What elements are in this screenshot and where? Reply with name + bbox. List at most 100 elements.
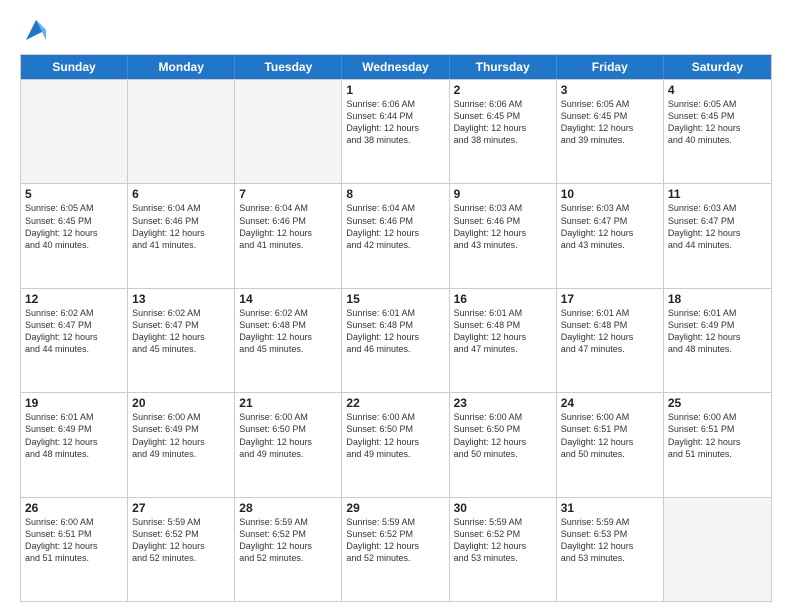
day-info: Sunrise: 6:00 AM Sunset: 6:49 PM Dayligh… [132, 411, 230, 460]
calendar-cell: 30Sunrise: 5:59 AM Sunset: 6:52 PM Dayli… [450, 498, 557, 601]
day-number: 16 [454, 292, 552, 306]
calendar-cell: 27Sunrise: 5:59 AM Sunset: 6:52 PM Dayli… [128, 498, 235, 601]
day-number: 9 [454, 187, 552, 201]
day-number: 10 [561, 187, 659, 201]
calendar-cell: 29Sunrise: 5:59 AM Sunset: 6:52 PM Dayli… [342, 498, 449, 601]
day-number: 7 [239, 187, 337, 201]
calendar-cell: 16Sunrise: 6:01 AM Sunset: 6:48 PM Dayli… [450, 289, 557, 392]
calendar-body: 1Sunrise: 6:06 AM Sunset: 6:44 PM Daylig… [21, 79, 771, 601]
day-info: Sunrise: 6:00 AM Sunset: 6:51 PM Dayligh… [668, 411, 767, 460]
calendar-cell: 24Sunrise: 6:00 AM Sunset: 6:51 PM Dayli… [557, 393, 664, 496]
day-info: Sunrise: 6:06 AM Sunset: 6:45 PM Dayligh… [454, 98, 552, 147]
day-number: 3 [561, 83, 659, 97]
day-info: Sunrise: 6:00 AM Sunset: 6:50 PM Dayligh… [239, 411, 337, 460]
calendar-cell: 13Sunrise: 6:02 AM Sunset: 6:47 PM Dayli… [128, 289, 235, 392]
day-number: 20 [132, 396, 230, 410]
day-number: 13 [132, 292, 230, 306]
calendar-cell: 19Sunrise: 6:01 AM Sunset: 6:49 PM Dayli… [21, 393, 128, 496]
day-info: Sunrise: 6:02 AM Sunset: 6:47 PM Dayligh… [132, 307, 230, 356]
calendar: SundayMondayTuesdayWednesdayThursdayFrid… [20, 54, 772, 602]
day-number: 4 [668, 83, 767, 97]
calendar-cell: 23Sunrise: 6:00 AM Sunset: 6:50 PM Dayli… [450, 393, 557, 496]
day-info: Sunrise: 6:00 AM Sunset: 6:50 PM Dayligh… [346, 411, 444, 460]
day-info: Sunrise: 6:00 AM Sunset: 6:50 PM Dayligh… [454, 411, 552, 460]
calendar-cell: 22Sunrise: 6:00 AM Sunset: 6:50 PM Dayli… [342, 393, 449, 496]
calendar-cell: 31Sunrise: 5:59 AM Sunset: 6:53 PM Dayli… [557, 498, 664, 601]
day-info: Sunrise: 6:01 AM Sunset: 6:49 PM Dayligh… [25, 411, 123, 460]
day-info: Sunrise: 6:03 AM Sunset: 6:47 PM Dayligh… [668, 202, 767, 251]
day-number: 22 [346, 396, 444, 410]
day-info: Sunrise: 5:59 AM Sunset: 6:53 PM Dayligh… [561, 516, 659, 565]
weekday-header-sunday: Sunday [21, 55, 128, 79]
day-number: 31 [561, 501, 659, 515]
day-info: Sunrise: 6:01 AM Sunset: 6:48 PM Dayligh… [561, 307, 659, 356]
calendar-cell: 8Sunrise: 6:04 AM Sunset: 6:46 PM Daylig… [342, 184, 449, 287]
calendar-row-1: 1Sunrise: 6:06 AM Sunset: 6:44 PM Daylig… [21, 79, 771, 183]
calendar-cell: 3Sunrise: 6:05 AM Sunset: 6:45 PM Daylig… [557, 80, 664, 183]
calendar-cell: 2Sunrise: 6:06 AM Sunset: 6:45 PM Daylig… [450, 80, 557, 183]
calendar-cell: 10Sunrise: 6:03 AM Sunset: 6:47 PM Dayli… [557, 184, 664, 287]
day-number: 28 [239, 501, 337, 515]
day-number: 14 [239, 292, 337, 306]
calendar-cell: 14Sunrise: 6:02 AM Sunset: 6:48 PM Dayli… [235, 289, 342, 392]
calendar-cell [664, 498, 771, 601]
day-number: 19 [25, 396, 123, 410]
weekday-header-friday: Friday [557, 55, 664, 79]
logo [20, 16, 50, 44]
day-info: Sunrise: 6:01 AM Sunset: 6:49 PM Dayligh… [668, 307, 767, 356]
day-number: 8 [346, 187, 444, 201]
calendar-cell: 17Sunrise: 6:01 AM Sunset: 6:48 PM Dayli… [557, 289, 664, 392]
page: SundayMondayTuesdayWednesdayThursdayFrid… [0, 0, 792, 612]
day-number: 24 [561, 396, 659, 410]
calendar-cell: 7Sunrise: 6:04 AM Sunset: 6:46 PM Daylig… [235, 184, 342, 287]
calendar-cell: 11Sunrise: 6:03 AM Sunset: 6:47 PM Dayli… [664, 184, 771, 287]
day-number: 25 [668, 396, 767, 410]
day-number: 1 [346, 83, 444, 97]
calendar-cell: 15Sunrise: 6:01 AM Sunset: 6:48 PM Dayli… [342, 289, 449, 392]
calendar-cell: 28Sunrise: 5:59 AM Sunset: 6:52 PM Dayli… [235, 498, 342, 601]
day-info: Sunrise: 6:01 AM Sunset: 6:48 PM Dayligh… [454, 307, 552, 356]
day-number: 2 [454, 83, 552, 97]
calendar-cell: 4Sunrise: 6:05 AM Sunset: 6:45 PM Daylig… [664, 80, 771, 183]
day-number: 23 [454, 396, 552, 410]
day-number: 29 [346, 501, 444, 515]
day-info: Sunrise: 6:01 AM Sunset: 6:48 PM Dayligh… [346, 307, 444, 356]
calendar-cell [128, 80, 235, 183]
day-number: 26 [25, 501, 123, 515]
day-number: 21 [239, 396, 337, 410]
day-info: Sunrise: 6:04 AM Sunset: 6:46 PM Dayligh… [239, 202, 337, 251]
day-info: Sunrise: 6:00 AM Sunset: 6:51 PM Dayligh… [561, 411, 659, 460]
day-number: 12 [25, 292, 123, 306]
calendar-header-row: SundayMondayTuesdayWednesdayThursdayFrid… [21, 55, 771, 79]
day-number: 6 [132, 187, 230, 201]
day-info: Sunrise: 6:00 AM Sunset: 6:51 PM Dayligh… [25, 516, 123, 565]
logo-icon [22, 16, 50, 44]
calendar-row-4: 19Sunrise: 6:01 AM Sunset: 6:49 PM Dayli… [21, 392, 771, 496]
calendar-row-2: 5Sunrise: 6:05 AM Sunset: 6:45 PM Daylig… [21, 183, 771, 287]
day-number: 11 [668, 187, 767, 201]
calendar-cell [235, 80, 342, 183]
day-info: Sunrise: 5:59 AM Sunset: 6:52 PM Dayligh… [346, 516, 444, 565]
day-info: Sunrise: 6:04 AM Sunset: 6:46 PM Dayligh… [346, 202, 444, 251]
calendar-cell: 21Sunrise: 6:00 AM Sunset: 6:50 PM Dayli… [235, 393, 342, 496]
day-info: Sunrise: 6:02 AM Sunset: 6:47 PM Dayligh… [25, 307, 123, 356]
header [20, 16, 772, 44]
day-number: 17 [561, 292, 659, 306]
day-number: 15 [346, 292, 444, 306]
calendar-cell: 12Sunrise: 6:02 AM Sunset: 6:47 PM Dayli… [21, 289, 128, 392]
day-info: Sunrise: 6:06 AM Sunset: 6:44 PM Dayligh… [346, 98, 444, 147]
day-info: Sunrise: 6:04 AM Sunset: 6:46 PM Dayligh… [132, 202, 230, 251]
day-info: Sunrise: 5:59 AM Sunset: 6:52 PM Dayligh… [454, 516, 552, 565]
weekday-header-thursday: Thursday [450, 55, 557, 79]
day-info: Sunrise: 6:03 AM Sunset: 6:47 PM Dayligh… [561, 202, 659, 251]
day-info: Sunrise: 6:03 AM Sunset: 6:46 PM Dayligh… [454, 202, 552, 251]
calendar-cell: 25Sunrise: 6:00 AM Sunset: 6:51 PM Dayli… [664, 393, 771, 496]
calendar-cell: 6Sunrise: 6:04 AM Sunset: 6:46 PM Daylig… [128, 184, 235, 287]
day-info: Sunrise: 6:05 AM Sunset: 6:45 PM Dayligh… [561, 98, 659, 147]
day-number: 5 [25, 187, 123, 201]
weekday-header-tuesday: Tuesday [235, 55, 342, 79]
day-number: 18 [668, 292, 767, 306]
day-number: 27 [132, 501, 230, 515]
calendar-row-5: 26Sunrise: 6:00 AM Sunset: 6:51 PM Dayli… [21, 497, 771, 601]
calendar-cell: 9Sunrise: 6:03 AM Sunset: 6:46 PM Daylig… [450, 184, 557, 287]
